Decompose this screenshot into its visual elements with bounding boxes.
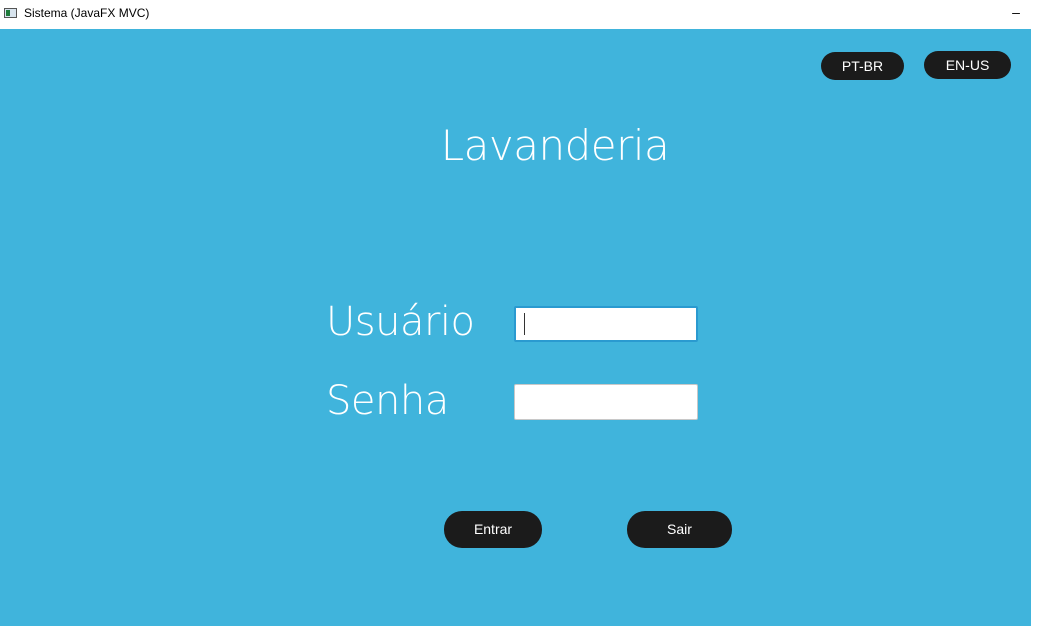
login-button[interactable]: Entrar bbox=[444, 511, 542, 548]
exit-button[interactable]: Sair bbox=[627, 511, 732, 548]
window-bottom-edge bbox=[0, 626, 1040, 632]
window-titlebar: Sistema (JavaFX MVC) – bbox=[0, 0, 1040, 29]
password-label: Senha bbox=[326, 378, 449, 424]
username-label: Usuário bbox=[326, 299, 475, 345]
username-input[interactable] bbox=[514, 306, 698, 342]
password-input[interactable] bbox=[514, 384, 698, 420]
window-title: Sistema (JavaFX MVC) bbox=[24, 6, 150, 20]
minimize-icon[interactable]: – bbox=[1006, 2, 1026, 24]
app-heading: Lavanderia bbox=[440, 121, 670, 170]
app-icon bbox=[4, 8, 17, 18]
login-scene: PT-BR EN-US Lavanderia Usuário Senha Ent… bbox=[0, 29, 1031, 626]
language-en-us-button[interactable]: EN-US bbox=[924, 51, 1011, 79]
language-pt-br-button[interactable]: PT-BR bbox=[821, 52, 904, 80]
text-cursor bbox=[524, 313, 525, 335]
